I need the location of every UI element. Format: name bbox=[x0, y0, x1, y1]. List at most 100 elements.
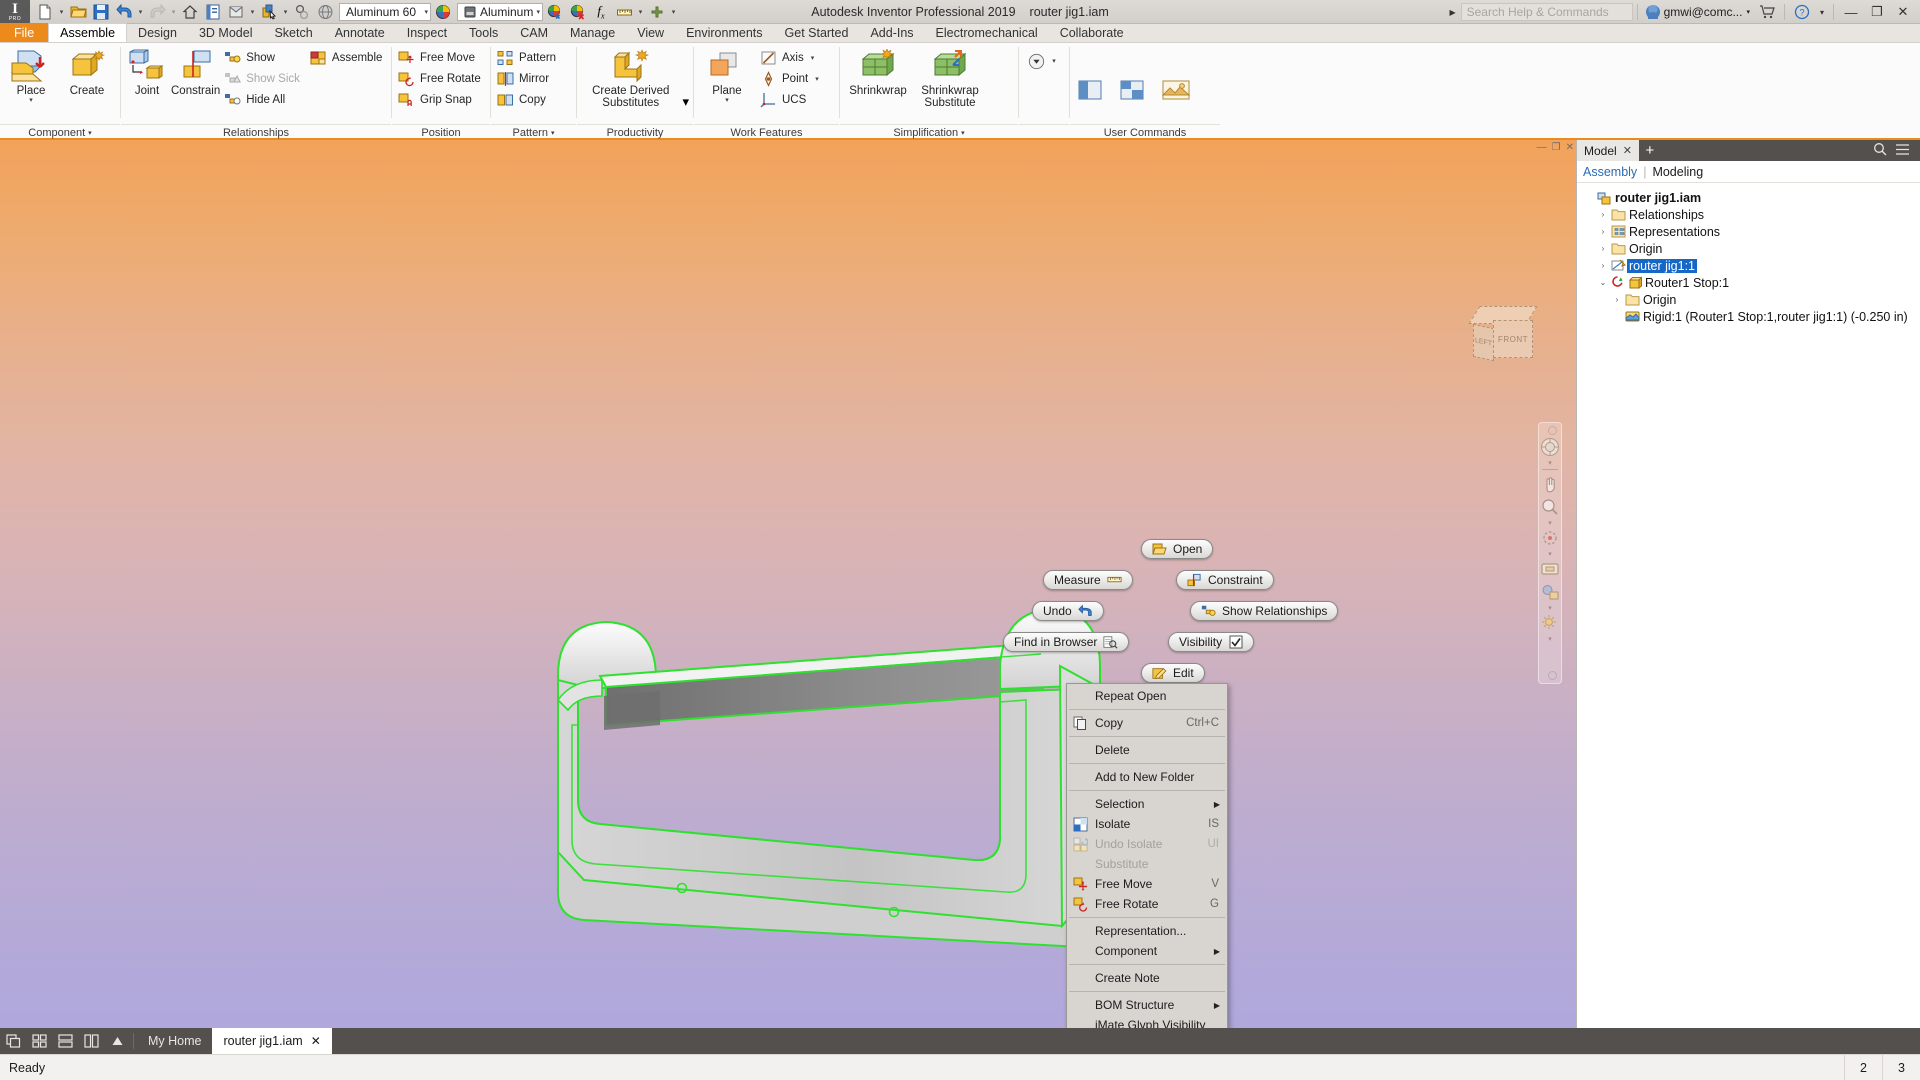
browser-tree-item[interactable]: › Relationships bbox=[1579, 206, 1920, 223]
link-icon[interactable] bbox=[291, 1, 313, 23]
navbar-close-icon[interactable] bbox=[1548, 426, 1557, 435]
marking-menu-visibility-button[interactable]: Visibility bbox=[1168, 632, 1255, 652]
ribbon-tab-sketch[interactable]: Sketch bbox=[263, 23, 323, 42]
ribbon-tab-cam[interactable]: CAM bbox=[509, 23, 559, 42]
save-icon[interactable] bbox=[90, 1, 112, 23]
viewport-close-button[interactable]: ✕ bbox=[1566, 142, 1574, 153]
chevron-right-icon[interactable]: › bbox=[1597, 227, 1609, 236]
material-sphere-icon[interactable] bbox=[432, 1, 454, 23]
add-to-qat-icon[interactable] bbox=[646, 1, 668, 23]
marking-menu-open-button[interactable]: Open bbox=[1141, 539, 1214, 559]
create-derived-substitutes-button[interactable]: Create Derived Substitutes bbox=[581, 46, 680, 109]
marking-menu-find-in-browser-button[interactable]: Find in Browser bbox=[1003, 632, 1130, 652]
look-at-icon[interactable] bbox=[1539, 558, 1561, 580]
search-input[interactable]: Search Help & Commands bbox=[1460, 3, 1633, 21]
axis-button[interactable]: Axis ▾ bbox=[758, 48, 825, 68]
browser-tree-item[interactable]: › Origin bbox=[1579, 291, 1920, 308]
material-selector[interactable]: Aluminum 60 ▾ bbox=[339, 2, 431, 21]
free-rotate-button[interactable]: Free Rotate bbox=[396, 69, 487, 89]
sub-tab-assembly[interactable]: Assembly bbox=[1583, 165, 1637, 179]
show-button[interactable]: Show bbox=[222, 48, 306, 68]
ribbon-tab-annotate[interactable]: Annotate bbox=[324, 23, 396, 42]
wheel-dropdown-icon[interactable]: ▾ bbox=[1548, 459, 1552, 467]
marking-menu-undo-button[interactable]: Undo bbox=[1032, 601, 1104, 621]
viewport-restore-button[interactable]: ❐ bbox=[1552, 142, 1561, 153]
ribbon-tab-electromechanical[interactable]: Electromechanical bbox=[925, 23, 1049, 42]
search-expand-icon[interactable]: ▶ bbox=[1444, 8, 1460, 17]
home-icon[interactable] bbox=[179, 1, 201, 23]
close-icon[interactable]: ✕ bbox=[311, 1034, 321, 1048]
pan-icon[interactable] bbox=[1539, 473, 1561, 495]
shrinkwrap-substitute-button[interactable]: Shrinkwrap Substitute bbox=[914, 46, 986, 109]
chevron-right-icon[interactable]: › bbox=[1611, 295, 1623, 304]
zoom-dropdown-icon[interactable]: ▾ bbox=[1548, 519, 1552, 527]
chevron-right-icon[interactable]: › bbox=[1597, 244, 1609, 253]
context-menu-item-component[interactable]: Component ▶ bbox=[1067, 941, 1227, 961]
browser-tree-item[interactable]: router jig1.iam bbox=[1579, 189, 1920, 206]
appearance-icon[interactable] bbox=[225, 1, 247, 23]
select-icon[interactable] bbox=[258, 1, 280, 23]
ucs-button[interactable]: UCS bbox=[758, 90, 825, 110]
orbit-dropdown-icon[interactable]: ▾ bbox=[1548, 550, 1552, 558]
shadow-icon[interactable] bbox=[1539, 612, 1561, 634]
ribbon-tab-collaborate[interactable]: Collaborate bbox=[1049, 23, 1135, 42]
free-move-button[interactable]: Free Move bbox=[396, 48, 487, 68]
restore-button[interactable]: ❐ bbox=[1864, 0, 1890, 24]
chevron-right-icon[interactable]: › bbox=[1597, 261, 1609, 270]
graphics-viewport[interactable]: — ❐ ✕ LEFT FRONT ▾ ▾ ▾ ▾ ▾ Open Measure … bbox=[0, 140, 1576, 1080]
place-component-button[interactable]: Place ▾ bbox=[4, 46, 58, 104]
add-browser-tab-button[interactable]: + bbox=[1639, 140, 1661, 161]
zoom-icon[interactable] bbox=[1539, 496, 1561, 518]
show-hidden-dropdown-icon[interactable]: ▾ bbox=[1548, 604, 1552, 612]
context-menu-item-add-to-new-folder[interactable]: Add to New Folder bbox=[1067, 767, 1227, 787]
cart-icon[interactable] bbox=[1754, 0, 1780, 24]
ribbon-tab-tools[interactable]: Tools bbox=[458, 23, 509, 42]
constrain-button[interactable]: Constrain bbox=[171, 46, 220, 97]
ribbon-tab-get-started[interactable]: Get Started bbox=[774, 23, 860, 42]
appearance-clear-icon[interactable] bbox=[567, 1, 589, 23]
measure-ruler-icon[interactable] bbox=[613, 1, 635, 23]
grip-snap-button[interactable]: Grip Snap bbox=[396, 90, 487, 110]
marking-menu-measure-button[interactable]: Measure bbox=[1043, 570, 1133, 590]
context-menu-item-free-rotate[interactable]: Free Rotate G bbox=[1067, 894, 1227, 914]
context-menu-item-free-move[interactable]: Free Move V bbox=[1067, 874, 1227, 894]
chevron-right-icon[interactable]: › bbox=[1597, 210, 1609, 219]
copy-button[interactable]: Copy bbox=[495, 90, 562, 110]
context-menu-item-bom-structure[interactable]: BOM Structure ▶ bbox=[1067, 995, 1227, 1015]
ribbon-tab-file[interactable]: File bbox=[0, 23, 49, 42]
select-dropdown-icon[interactable]: ▾ bbox=[281, 8, 290, 16]
context-menu-item-create-note[interactable]: Create Note bbox=[1067, 968, 1227, 988]
panel-label-pattern[interactable]: Pattern ▾ bbox=[491, 124, 576, 140]
tile-horizontal-icon[interactable] bbox=[52, 1028, 78, 1054]
shrinkwrap-button[interactable]: Shrinkwrap bbox=[844, 46, 912, 97]
new-file-dropdown-icon[interactable]: ▾ bbox=[57, 8, 66, 16]
redo-icon[interactable] bbox=[146, 1, 168, 23]
context-menu-item-selection[interactable]: Selection ▶ bbox=[1067, 794, 1227, 814]
new-file-icon[interactable] bbox=[34, 1, 56, 23]
undo-icon[interactable] bbox=[113, 1, 135, 23]
hide-all-button[interactable]: Hide All bbox=[222, 90, 306, 110]
view-cube-left-face[interactable]: LEFT bbox=[1473, 323, 1494, 362]
ribbon-tab-inspect[interactable]: Inspect bbox=[396, 23, 458, 42]
tile-vertical-icon[interactable] bbox=[78, 1028, 104, 1054]
open-file-icon[interactable] bbox=[67, 1, 89, 23]
browser-tree-item[interactable]: › router jig1:1 bbox=[1579, 257, 1920, 274]
context-menu-item-isolate[interactable]: Isolate IS bbox=[1067, 814, 1227, 834]
full-navigation-wheel-icon[interactable] bbox=[1539, 436, 1561, 458]
derived-substitutes-dropdown-icon[interactable]: ▾ bbox=[682, 94, 689, 110]
undo-dropdown-icon[interactable]: ▾ bbox=[136, 8, 145, 16]
place-dropdown-icon[interactable]: ▾ bbox=[29, 97, 33, 104]
ribbon-tab-3d-model[interactable]: 3D Model bbox=[188, 23, 264, 42]
point-button[interactable]: Point ▾ bbox=[758, 69, 825, 89]
context-menu-item-copy[interactable]: Copy Ctrl+C bbox=[1067, 713, 1227, 733]
search-icon[interactable] bbox=[1873, 142, 1887, 159]
orbit-icon[interactable] bbox=[1539, 527, 1561, 549]
marking-menu-show-relationships-button[interactable]: Show Relationships bbox=[1190, 601, 1339, 621]
help-icon[interactable]: ? bbox=[1789, 0, 1815, 24]
appearance-selector[interactable]: Aluminum ▾ bbox=[457, 2, 543, 21]
sub-tab-modeling[interactable]: Modeling bbox=[1652, 165, 1703, 179]
shadow-dropdown-icon[interactable]: ▾ bbox=[1548, 635, 1552, 643]
point-dropdown-icon[interactable]: ▾ bbox=[815, 75, 819, 83]
browser-tree-item[interactable]: › Origin bbox=[1579, 240, 1920, 257]
close-icon[interactable]: ✕ bbox=[1623, 144, 1632, 157]
